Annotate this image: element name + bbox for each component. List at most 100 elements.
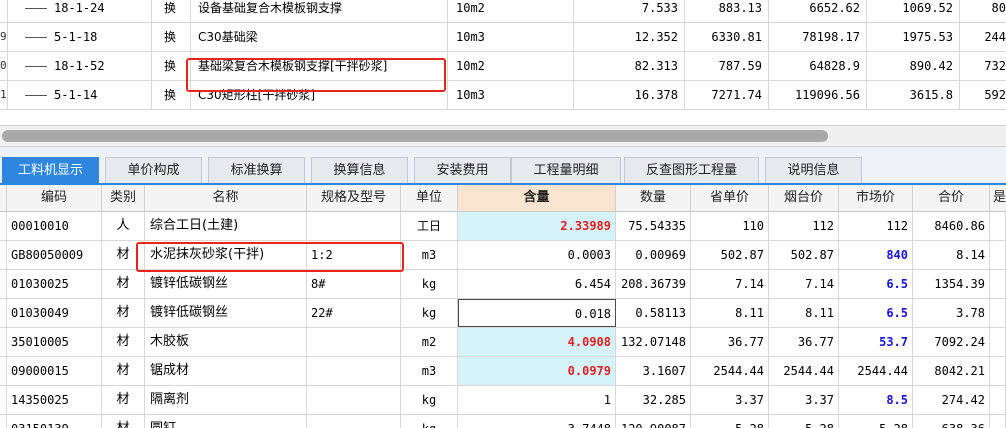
cell-name[interactable]: 镀锌低碳钢丝 — [145, 299, 307, 327]
cell-name[interactable]: 锯成材 — [145, 357, 307, 385]
cell-content[interactable]: 4.0908 — [458, 328, 616, 356]
table-row[interactable]: GB80050009 材 水泥抹灰砂浆(干拌) 1:2 m3 0.0003 0.… — [0, 241, 1006, 270]
table-row[interactable]: 01030025 材 镀锌低碳钢丝 8# kg 6.454 208.36739 … — [0, 270, 1006, 299]
item-quantity[interactable]: 12.352 — [574, 23, 685, 51]
scrollbar-thumb[interactable] — [2, 130, 828, 142]
cell-name[interactable]: 综合工日(土建) — [145, 212, 307, 240]
cell-market-price[interactable]: 112 — [839, 212, 913, 240]
cell-content[interactable]: 2.33989 — [458, 212, 616, 240]
cell-name[interactable]: 镀锌低碳钢丝 — [145, 270, 307, 298]
cell-code[interactable]: 01030025 — [7, 270, 102, 298]
table-row[interactable]: 0 18-1-52 换 基础梁复合木模板钢支撑[干拌砂浆] 10m2 82.31… — [0, 52, 1006, 81]
cell-spec[interactable]: 1:2 — [307, 241, 401, 269]
tab-unit-price-composition[interactable]: 单价构成 — [105, 157, 202, 183]
tab-reverse-lookup[interactable]: 反查图形工程量 — [624, 157, 759, 183]
item-quantity[interactable]: 7.533 — [574, 0, 685, 22]
tab-standard-conversion[interactable]: 标准换算 — [208, 157, 305, 183]
cell-unit[interactable]: m3 — [401, 357, 458, 385]
cell-content[interactable]: 0.0979 — [458, 357, 616, 385]
table-row[interactable]: 14350025 材 隔离剂 kg 1 32.285 3.37 3.37 8.5… — [0, 386, 1006, 415]
header-province-price[interactable]: 省单价 — [691, 185, 769, 211]
table-row[interactable]: 9 5-1-18 换 C30基础梁 10m3 12.352 6330.81 78… — [0, 23, 1006, 52]
cell-market-price[interactable]: 6.5 — [839, 299, 913, 327]
header-unit[interactable]: 单位 — [401, 185, 458, 211]
cell-content[interactable]: 3.7448 — [458, 415, 616, 428]
table-row[interactable]: 01030049 材 镀锌低碳钢丝 22# kg 0.018 0.58113 8… — [0, 299, 1006, 328]
cell-market-price[interactable]: 2544.44 — [839, 357, 913, 385]
item-name[interactable]: 基础梁复合木模板钢支撑[干拌砂浆] — [190, 52, 448, 80]
cell-unit[interactable]: kg — [401, 386, 458, 414]
table-row[interactable]: 1 5-1-14 换 C30矩形柱[干拌砂浆] 10m3 16.378 7271… — [0, 81, 1006, 110]
cell-content-selected[interactable]: 0.018 — [458, 299, 616, 327]
item-code-cell[interactable]: 5-1-14 — [7, 81, 152, 109]
tab-labor-material-machine[interactable]: 工料机显示 — [2, 157, 99, 183]
header-amount[interactable]: 数量 — [616, 185, 691, 211]
table-row[interactable] — [0, 110, 1006, 125]
cell-spec[interactable] — [307, 415, 401, 428]
header-category[interactable]: 类别 — [102, 185, 145, 211]
cell-spec[interactable]: 8# — [307, 270, 401, 298]
table-row[interactable]: 00010010 人 综合工日(土建) 工日 2.33989 75.54335 … — [0, 212, 1006, 241]
cell-unit[interactable]: m2 — [401, 328, 458, 356]
cell-market-price[interactable]: 53.7 — [839, 328, 913, 356]
cell-spec[interactable] — [307, 212, 401, 240]
header-name[interactable]: 名称 — [145, 185, 307, 211]
header-content[interactable]: 含量 — [458, 185, 616, 211]
header-total[interactable]: 合价 — [913, 185, 990, 211]
cell-content[interactable]: 6.454 — [458, 270, 616, 298]
cell-category[interactable]: 材 — [102, 270, 145, 298]
cell-content[interactable]: 1 — [458, 386, 616, 414]
cell-category[interactable]: 人 — [102, 212, 145, 240]
cell-code[interactable]: 09000015 — [7, 357, 102, 385]
table-row[interactable]: 03150139 材 圆钉 kg 3.7448 120.90087 5.28 5… — [0, 415, 1006, 428]
cell-code[interactable]: 35010005 — [7, 328, 102, 356]
cell-spec[interactable] — [307, 328, 401, 356]
cell-code[interactable]: GB80050009 — [7, 241, 102, 269]
header-market-price[interactable]: 市场价 — [839, 185, 913, 211]
cell-name[interactable]: 木胶板 — [145, 328, 307, 356]
cell-name[interactable]: 隔离剂 — [145, 386, 307, 414]
cell-market-price[interactable]: 6.5 — [839, 270, 913, 298]
cell-code[interactable]: 03150139 — [7, 415, 102, 428]
header-spec[interactable]: 规格及型号 — [307, 185, 401, 211]
cell-unit[interactable]: kg — [401, 415, 458, 428]
item-name[interactable]: C30矩形柱[干拌砂浆] — [190, 81, 448, 109]
cell-spec[interactable]: 22# — [307, 299, 401, 327]
cell-unit[interactable]: 工日 — [401, 212, 458, 240]
table-row[interactable]: 35010005 材 木胶板 m2 4.0908 132.07148 36.77… — [0, 328, 1006, 357]
cell-category[interactable]: 材 — [102, 386, 145, 414]
cell-unit[interactable]: kg — [401, 299, 458, 327]
table-row[interactable]: 18-1-24 换 设备基础复合木模板钢支撑 10m2 7.533 883.13… — [0, 0, 1006, 23]
cell-spec[interactable] — [307, 386, 401, 414]
cell-category[interactable]: 材 — [102, 328, 145, 356]
header-yantai-price[interactable]: 烟台价 — [769, 185, 839, 211]
cell-code[interactable]: 00010010 — [7, 212, 102, 240]
tab-quantity-details[interactable]: 工程量明细 — [511, 157, 621, 183]
cell-unit[interactable]: m3 — [401, 241, 458, 269]
tab-description[interactable]: 说明信息 — [765, 157, 862, 183]
table-row[interactable]: 09000015 材 锯成材 m3 0.0979 3.1607 2544.44 … — [0, 357, 1006, 386]
cell-market-price[interactable]: 5.28 — [839, 415, 913, 428]
item-name[interactable]: C30基础梁 — [190, 23, 448, 51]
tab-installation-cost[interactable]: 安装费用 — [414, 157, 511, 183]
cell-category[interactable]: 材 — [102, 357, 145, 385]
cell-spec[interactable] — [307, 357, 401, 385]
cell-content[interactable]: 0.0003 — [458, 241, 616, 269]
cell-code[interactable]: 14350025 — [7, 386, 102, 414]
cell-market-price[interactable]: 840 — [839, 241, 913, 269]
cell-unit[interactable]: kg — [401, 270, 458, 298]
horizontal-scrollbar[interactable] — [0, 125, 1006, 147]
cell-category[interactable]: 材 — [102, 241, 145, 269]
item-quantity[interactable]: 16.378 — [574, 81, 685, 109]
cell-name[interactable]: 圆钉 — [145, 415, 307, 428]
cell-market-price[interactable]: 8.5 — [839, 386, 913, 414]
header-last[interactable]: 是 — [990, 185, 1006, 211]
item-code-cell[interactable]: 18-1-24 — [7, 0, 152, 22]
item-name[interactable]: 设备基础复合木模板钢支撑 — [190, 0, 448, 22]
cell-code[interactable]: 01030049 — [7, 299, 102, 327]
item-code-cell[interactable]: 18-1-52 — [7, 52, 152, 80]
cell-name[interactable]: 水泥抹灰砂浆(干拌) — [145, 241, 307, 269]
item-code-cell[interactable]: 5-1-18 — [7, 23, 152, 51]
cell-category[interactable]: 材 — [102, 415, 145, 428]
item-quantity[interactable]: 82.313 — [574, 52, 685, 80]
